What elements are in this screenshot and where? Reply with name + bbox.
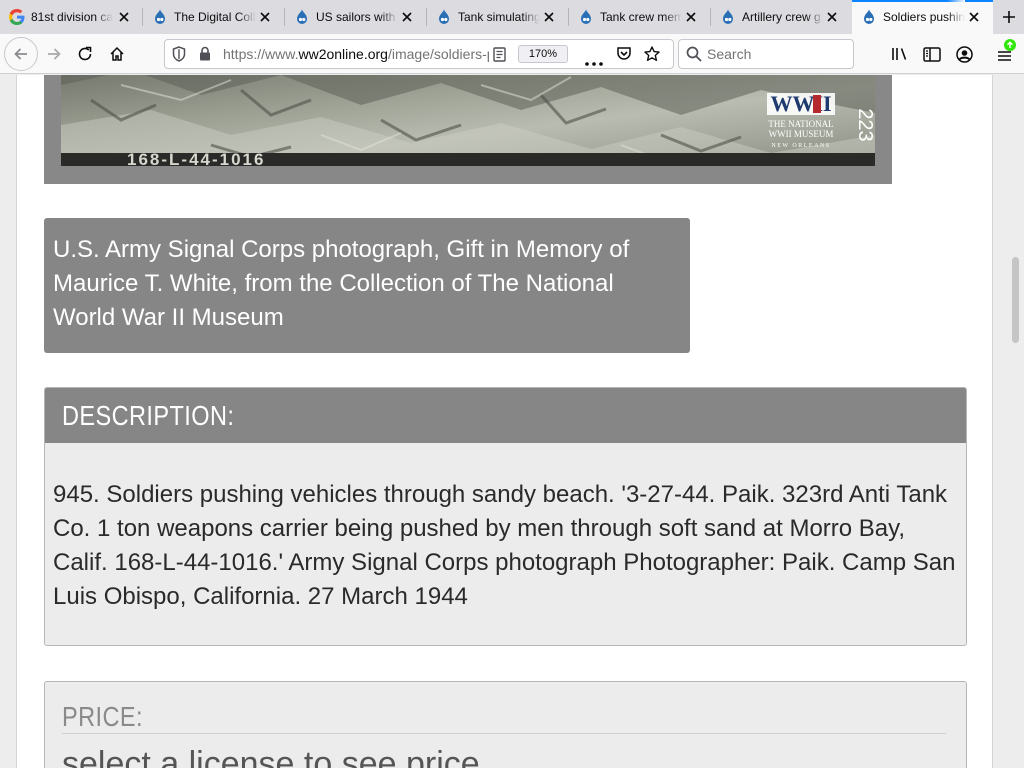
reload-icon [78, 46, 92, 61]
drupal-favicon-icon [720, 9, 736, 25]
back-arrow-icon [14, 48, 27, 60]
description-panel: DESCRIPTION: 945. Soldiers pushing vehic… [44, 387, 967, 646]
description-header: DESCRIPTION: [45, 388, 966, 443]
close-icon[interactable] [541, 9, 557, 25]
zoom-level-badge[interactable]: 170% [518, 45, 568, 63]
close-icon[interactable] [399, 9, 415, 25]
scrollbar-thumb[interactable] [1012, 257, 1019, 343]
reload-button[interactable] [73, 42, 97, 66]
close-icon[interactable] [824, 9, 840, 25]
tab-81st-division[interactable]: 81st division ca [0, 0, 142, 34]
museum-logo-wordmark: WWII [770, 91, 831, 116]
price-divider [62, 733, 946, 734]
tab-title: Tank simulating [458, 0, 540, 34]
tab-soldiers-pushing[interactable]: Soldiers pushin [852, 0, 993, 34]
reader-view-icon[interactable] [493, 47, 506, 67]
close-icon[interactable] [683, 9, 699, 25]
tab-title: Soldiers pushin [883, 0, 965, 34]
description-body: 945. Soldiers pushing vehicles through s… [53, 481, 956, 610]
account-button[interactable] [952, 42, 976, 66]
close-icon[interactable] [966, 9, 982, 25]
drupal-favicon-icon [152, 9, 168, 25]
tab-title: The Digital Coll [174, 0, 256, 34]
corner-mark-label: 223 [854, 108, 875, 141]
update-available-icon [1004, 38, 1016, 56]
google-favicon-icon [9, 9, 25, 25]
tab-tank-simulating[interactable]: Tank simulating [427, 0, 568, 34]
close-icon[interactable] [257, 9, 273, 25]
url-text[interactable]: https://www.ww2online.org/image/soldiers… [223, 40, 489, 68]
account-icon [955, 45, 973, 63]
sidebar-toggle-button[interactable] [920, 42, 944, 66]
home-icon [110, 46, 124, 61]
url-path: /image/soldiers-pushing [387, 46, 489, 62]
tab-digital-collection[interactable]: The Digital Coll [143, 0, 284, 34]
search-icon [686, 46, 702, 67]
forward-arrow-icon [48, 48, 61, 60]
museum-logo-line3: NEW ORLEANS [771, 143, 830, 149]
drupal-favicon-icon [436, 9, 452, 25]
sand-terrain-image: 168-L-44-1016 WWII THE NATIONAL WWII MUS… [61, 75, 875, 166]
home-button[interactable] [105, 42, 129, 66]
search-box[interactable] [678, 39, 854, 69]
pocket-icon[interactable] [616, 46, 632, 67]
page-actions-menu-icon[interactable] [585, 53, 603, 71]
sidebar-icon [923, 46, 941, 62]
lock-icon[interactable] [199, 46, 211, 66]
tab-title: Tank crew mem [600, 0, 682, 34]
museum-logo-line1: THE NATIONAL [768, 119, 833, 129]
library-button[interactable] [888, 42, 912, 66]
tab-tank-crew[interactable]: Tank crew mem [569, 0, 710, 34]
negative-number-label: 168-L-44-1016 [127, 150, 265, 166]
select-license-message[interactable]: select a license to see price [62, 742, 480, 768]
search-input[interactable] [707, 44, 847, 64]
tab-strip: 81st division ca The Digital Coll US sai… [0, 0, 1024, 34]
close-icon[interactable] [116, 9, 132, 25]
tab-title: Artillery crew g [742, 0, 824, 34]
app-menu-button[interactable] [992, 39, 1018, 68]
bookmark-star-icon[interactable] [644, 46, 660, 67]
museum-logo-line2: WWII MUSEUM [769, 129, 834, 139]
url-scheme: https://www. [223, 46, 299, 62]
drupal-favicon-icon [578, 9, 594, 25]
back-button[interactable] [4, 37, 38, 71]
navigation-toolbar: https://www.ww2online.org/image/soldiers… [0, 34, 1024, 74]
description-heading: DESCRIPTION: [62, 400, 235, 431]
archive-photograph[interactable]: 168-L-44-1016 WWII THE NATIONAL WWII MUS… [61, 75, 875, 166]
price-panel: PRICE: select a license to see price [44, 681, 967, 768]
forward-button[interactable] [42, 42, 66, 66]
tab-artillery-crew[interactable]: Artillery crew g [711, 0, 851, 34]
drupal-favicon-icon [294, 9, 310, 25]
page-content: 168-L-44-1016 WWII THE NATIONAL WWII MUS… [16, 75, 993, 768]
tab-us-sailors[interactable]: US sailors with [285, 0, 426, 34]
new-tab-button[interactable] [994, 0, 1024, 34]
tab-title: US sailors with [316, 0, 398, 34]
address-bar[interactable]: https://www.ww2online.org/image/soldiers… [164, 39, 674, 69]
tab-title: 81st division ca [31, 0, 113, 34]
url-host: ww2online.org [298, 46, 388, 62]
tracking-protection-shield-icon[interactable] [172, 46, 186, 67]
caption-text: U.S. Army Signal Corps photograph, Gift … [53, 236, 630, 331]
drupal-favicon-icon [861, 9, 877, 25]
plus-icon [1003, 11, 1015, 23]
page-viewport: 168-L-44-1016 WWII THE NATIONAL WWII MUS… [0, 75, 1024, 768]
photo-frame: 168-L-44-1016 WWII THE NATIONAL WWII MUS… [44, 75, 892, 184]
library-icon [892, 48, 907, 60]
photo-credit-caption: U.S. Army Signal Corps photograph, Gift … [44, 218, 690, 353]
page-scrollbar[interactable] [1005, 75, 1024, 768]
